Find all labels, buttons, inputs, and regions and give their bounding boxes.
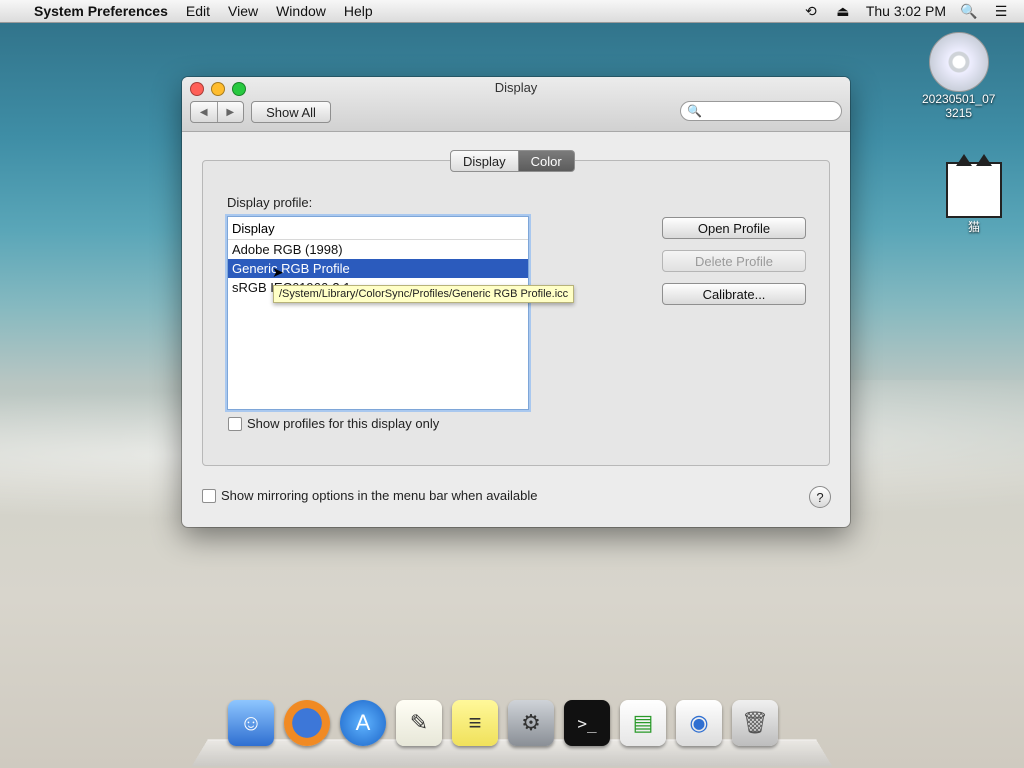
search-field[interactable]: 🔍 <box>680 101 842 121</box>
system-preferences-icon[interactable]: ⚙ <box>508 700 554 746</box>
menu-edit[interactable]: Edit <box>186 3 210 19</box>
cat-icon <box>946 154 1002 218</box>
spotlight-icon[interactable]: 🔍 <box>960 3 978 19</box>
profile-list-header: Display <box>228 217 528 240</box>
tab-color[interactable]: Color <box>518 150 575 172</box>
finder-icon[interactable]: ☺ <box>228 700 274 746</box>
menu-view[interactable]: View <box>228 3 258 19</box>
menu-bar: System Preferences Edit View Window Help… <box>0 0 1024 23</box>
mouse-cursor-icon: ➤ <box>272 264 284 280</box>
dvd-label-line1: 20230501_07 <box>922 92 996 106</box>
mirroring-checkbox[interactable]: Show mirroring options in the menu bar w… <box>202 488 538 503</box>
checkbox-box[interactable] <box>202 488 216 503</box>
notification-icon[interactable]: ☰ <box>992 3 1010 19</box>
back-forward-control: ◀ ▶ <box>190 101 244 123</box>
textedit-icon[interactable]: ✎ <box>396 700 442 746</box>
show-all-button[interactable]: Show All <box>251 101 331 123</box>
checkbox-box[interactable] <box>228 416 242 431</box>
web-document-icon[interactable]: ◉ <box>676 700 722 746</box>
trash-icon[interactable]: 🗑 <box>732 700 778 746</box>
help-button[interactable]: ? <box>809 486 831 508</box>
desktop-cat[interactable]: 猫 <box>946 154 1002 235</box>
dvd-label-line2: 3215 <box>945 106 973 120</box>
profile-item[interactable]: Adobe RGB (1998) <box>228 240 528 259</box>
profile-path-tooltip: /System/Library/ColorSync/Profiles/Gener… <box>273 285 575 303</box>
display-only-checkbox[interactable]: Show profiles for this display only <box>228 416 439 431</box>
menu-window[interactable]: Window <box>276 3 326 19</box>
forward-button[interactable]: ▶ <box>218 102 244 122</box>
dvd-icon <box>928 32 989 92</box>
back-button[interactable]: ◀ <box>191 102 218 122</box>
desktop-dvd[interactable]: 20230501_07 3215 <box>922 32 995 120</box>
firefox-icon[interactable] <box>284 700 330 746</box>
display-only-label: Show profiles for this display only <box>247 416 440 431</box>
menu-app-name[interactable]: System Preferences <box>34 3 168 19</box>
delete-profile-button[interactable]: Delete Profile <box>662 250 806 272</box>
mirroring-label: Show mirroring options in the menu bar w… <box>221 488 538 503</box>
clock[interactable]: Thu 3:02 PM <box>866 3 946 19</box>
search-icon: 🔍 <box>687 104 702 118</box>
window-title: Display <box>494 80 538 95</box>
calibrate-button[interactable]: Calibrate... <box>662 283 806 305</box>
dock: ☺ A ✎ ≡ ⚙ >_ ▤ ◉ 🗑 <box>191 700 833 768</box>
document-icon[interactable]: ▤ <box>620 700 666 746</box>
eject-icon[interactable]: ⏏ <box>834 3 852 19</box>
terminal-icon[interactable]: >_ <box>564 700 610 746</box>
display-profile-label: Display profile: <box>227 195 313 210</box>
display-window: Display ◀ ▶ Show All 🔍 Display Color Dis… <box>182 77 850 527</box>
menu-help[interactable]: Help <box>344 3 373 19</box>
stickies-icon[interactable]: ≡ <box>452 700 498 746</box>
app-store-icon[interactable]: A <box>340 700 386 746</box>
dock-items: ☺ A ✎ ≡ ⚙ >_ ▤ ◉ 🗑 <box>228 700 778 746</box>
time-machine-icon[interactable]: ⟲ <box>802 3 820 19</box>
cat-label: 猫 <box>967 220 980 234</box>
tab-bar: Display Color <box>450 150 575 172</box>
profile-list[interactable]: Display Adobe RGB (1998) Generic RGB Pro… <box>227 216 529 410</box>
open-profile-button[interactable]: Open Profile <box>662 217 806 239</box>
titlebar: Display ◀ ▶ Show All 🔍 <box>182 77 850 132</box>
tab-display[interactable]: Display <box>450 150 519 172</box>
